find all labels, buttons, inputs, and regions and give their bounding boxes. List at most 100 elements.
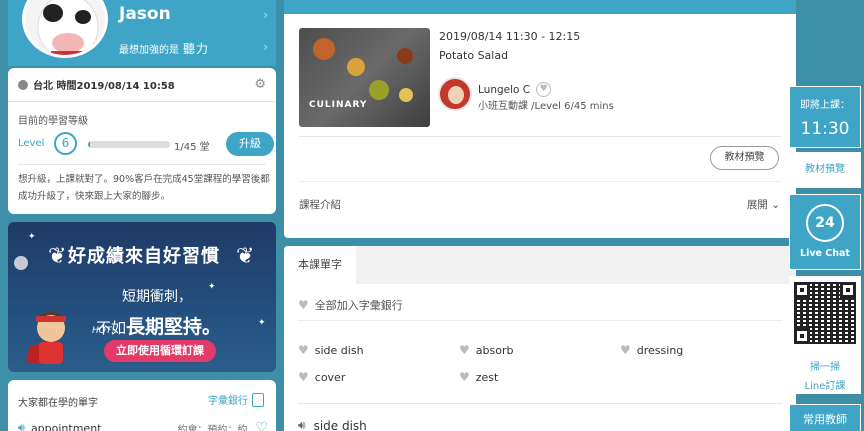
divider	[298, 403, 782, 404]
strength-text: 最想加強的是 聽力	[119, 40, 209, 57]
banner-line-2-bold: 長期堅持。	[126, 316, 222, 338]
lesson-time: 2019/08/14 11:30 - 12:15	[439, 30, 581, 43]
level-description: 想升級，上課就對了。90%客戶在完成45堂課程的學習後都成功升級了，快來跟上大家…	[18, 174, 270, 202]
divider	[18, 164, 266, 165]
vocab-item[interactable]: ♥ absorb	[459, 343, 513, 357]
level-card: 台北 時間2019/08/14 10:58 ⚙ 目前的學習等級 Level 6 …	[8, 68, 276, 214]
level-progress-bar	[88, 141, 170, 148]
live-chat-tile[interactable]: 24 Live Chat	[789, 194, 861, 270]
lesson-card: CULINARY 2019/08/14 11:30 - 12:15 Potato…	[284, 0, 796, 238]
banner-line-1: 短期衝刺，	[122, 289, 192, 305]
teacher-name: Lungelo C	[478, 83, 531, 96]
heart-icon[interactable]: ♥	[298, 343, 309, 357]
vocab-meaning: 約會；預約；約	[177, 424, 248, 431]
add-all-label: 全部加入字彙銀行	[314, 299, 403, 312]
line-booking-tile[interactable]: 掃一掃 Line訂課	[789, 276, 861, 394]
lesson-card-header-strip	[284, 0, 796, 14]
live-chat-label: Live Chat	[800, 248, 850, 259]
clock-icon	[18, 79, 28, 90]
tab-lesson-vocab[interactable]: 本課單字	[284, 246, 356, 284]
heart-icon: ♥	[298, 298, 309, 312]
divider	[298, 320, 782, 321]
vocab-word: dressing	[636, 343, 684, 357]
next-class-tile[interactable]: 即將上課： 11:30	[789, 86, 861, 148]
heart-icon[interactable]: ♥	[298, 370, 309, 384]
popular-vocab-heading: 大家都在學的單字	[18, 398, 98, 409]
vocab-word: absorb	[475, 343, 514, 357]
promo-banner[interactable]: ✦ ✦ ✦ ❦ 好成績來自好習慣 ❦ 短期衝刺， 不如長期堅持。 HOT! 立即…	[8, 222, 276, 372]
star-icon: ✦	[258, 318, 266, 328]
thumbnail-label: CULINARY	[309, 100, 368, 110]
strength-value: 聽力	[183, 42, 210, 56]
expand-toggle[interactable]: 展開 ⌄	[747, 197, 780, 212]
divider	[299, 181, 781, 182]
textbook-preview-tile[interactable]: 教材預覽	[789, 152, 861, 188]
next-class-label: 即將上課：	[800, 100, 850, 111]
chevron-down-icon: ⌄	[771, 199, 780, 211]
star-icon: ✦	[208, 282, 216, 292]
document-icon	[252, 392, 264, 407]
material-preview-button[interactable]: 教材預覽	[710, 146, 779, 170]
level-progress-count: 1/45 堂	[174, 142, 210, 153]
vocab-item[interactable]: ♥ side dish	[298, 343, 364, 357]
vocab-word: side dish	[314, 343, 364, 357]
user-name: Jason	[119, 4, 171, 24]
speaker-icon[interactable]: 🔊︎	[298, 418, 306, 431]
chevron-right-icon: ›	[263, 40, 268, 54]
vocab-item[interactable]: ♥ cover	[298, 370, 345, 384]
phone-24-icon: 24	[806, 204, 844, 242]
scan-label: 掃一掃	[810, 362, 840, 373]
qr-code	[794, 282, 856, 344]
expand-label: 展開	[746, 199, 768, 211]
timezone-row: 台北 時間2019/08/14 10:58 ⚙	[8, 68, 276, 102]
chevron-right-icon: ›	[263, 8, 268, 22]
profile-header[interactable]: Jason › 最想加強的是 聽力 ›	[8, 0, 276, 66]
common-teachers-tile[interactable]: 常用教師	[789, 404, 861, 431]
lesson-thumbnail[interactable]: CULINARY	[299, 28, 430, 127]
vocab-word: zest	[475, 370, 499, 384]
teacher-avatar[interactable]	[438, 77, 472, 111]
line-booking-label: Line訂課	[804, 381, 846, 392]
local-time: 台北 時間2019/08/14 10:58	[33, 81, 175, 92]
hot-badge: HOT!	[92, 326, 115, 336]
vocab-detail-row[interactable]: 🔊︎ side dish	[298, 418, 367, 431]
strength-label: 最想加強的是	[119, 45, 179, 56]
vocab-word: cover	[314, 370, 346, 384]
vocab-word: appointment	[30, 421, 102, 431]
vocab-item[interactable]: ♥ dressing	[620, 343, 683, 357]
level-number: 6	[54, 132, 77, 155]
banner-cta-button[interactable]: 立即使用循環訂課	[104, 340, 216, 362]
mascot-illustration	[26, 312, 66, 364]
laurel-left-icon: ❦	[48, 244, 67, 269]
level-label: Level	[18, 138, 45, 149]
tab-bar	[284, 246, 796, 284]
banner-title: 好成績來自好習慣	[68, 246, 220, 267]
popular-vocab-card: 大家都在學的單字 字彙銀行 🔊︎ appointment 約會；預約；約 ♡	[8, 380, 276, 431]
speaker-icon[interactable]: 🔊︎	[18, 421, 25, 431]
star-icon: ✦	[28, 232, 36, 242]
add-all-to-bank[interactable]: ♥ 全部加入字彙銀行	[298, 297, 403, 313]
avatar	[22, 0, 108, 58]
vocab-detail-word: side dish	[313, 418, 367, 431]
upgrade-button[interactable]: 升級	[226, 132, 274, 156]
lesson-info: 小班互動課 /Level 6/45 mins	[478, 101, 614, 112]
teacher-name-row: Lungelo C ♥	[478, 82, 552, 97]
level-heading: 目前的學習等級	[18, 116, 88, 127]
list-item[interactable]: 🔊︎ appointment 約會；預約；約 ♡	[18, 420, 268, 431]
heart-icon[interactable]: ♥	[459, 343, 470, 357]
heart-icon[interactable]: ♡	[255, 420, 268, 431]
vocab-bank-link[interactable]: 字彙銀行	[208, 392, 264, 407]
vocab-item[interactable]: ♥ zest	[459, 370, 498, 384]
course-intro-label: 課程介紹	[299, 199, 341, 211]
moon-graphic	[14, 256, 28, 270]
heart-icon[interactable]: ♥	[620, 343, 631, 357]
heart-icon[interactable]: ♥	[459, 370, 470, 384]
laurel-right-icon: ❦	[236, 244, 255, 269]
level-progress-fill	[88, 141, 90, 148]
lesson-title: Potato Salad	[439, 49, 509, 62]
favorite-heart-icon[interactable]: ♥	[536, 82, 552, 97]
divider	[299, 136, 781, 137]
gear-icon[interactable]: ⚙	[254, 77, 266, 92]
lesson-vocab-panel: 本課單字 ♥ 全部加入字彙銀行 ♥ side dish ♥ absorb ♥ d…	[284, 246, 796, 431]
next-class-time: 11:30	[800, 119, 850, 139]
